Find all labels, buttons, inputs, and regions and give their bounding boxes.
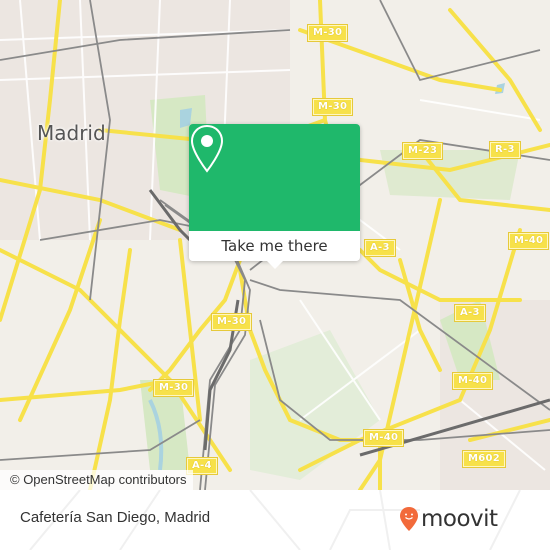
road-shield-m30: M-30 xyxy=(210,313,253,331)
road-shield-a3: A-3 xyxy=(364,239,396,257)
road-shield-m40: M-40 xyxy=(507,232,550,250)
moovit-wordmark: moovit xyxy=(421,506,498,532)
map-attribution[interactable]: © OpenStreetMap contributors xyxy=(0,470,193,490)
road-shield-m40: M-40 xyxy=(451,372,494,390)
map-view[interactable]: Madrid M-30 M-30 M-23 R-3 A-3 M-40 A-3 M… xyxy=(0,0,550,490)
road-shield-a3: A-3 xyxy=(454,304,486,322)
popup-pointer xyxy=(267,261,283,269)
road-shield-r3: R-3 xyxy=(489,141,521,159)
take-me-there-button[interactable]: Take me there xyxy=(189,231,360,261)
road-shield-m30: M-30 xyxy=(311,98,354,116)
location-pin-icon xyxy=(190,124,224,173)
popup-header xyxy=(189,124,360,231)
place-name: Cafetería San Diego, Madrid xyxy=(20,509,211,526)
footer-bar: Cafetería San Diego, Madrid moovit xyxy=(0,490,550,550)
moovit-pin-smile-icon xyxy=(400,507,418,531)
park xyxy=(250,330,380,480)
road-shield-m23: M-23 xyxy=(401,142,444,160)
moovit-logo[interactable]: moovit xyxy=(399,506,498,532)
city-label: Madrid xyxy=(37,121,106,145)
location-popup[interactable]: Take me there xyxy=(189,124,360,269)
road-shield-m602: M602 xyxy=(461,450,507,468)
road-shield-m40: M-40 xyxy=(362,429,405,447)
road-shield-m30: M-30 xyxy=(152,379,195,397)
road-shield-m30: M-30 xyxy=(306,24,349,42)
